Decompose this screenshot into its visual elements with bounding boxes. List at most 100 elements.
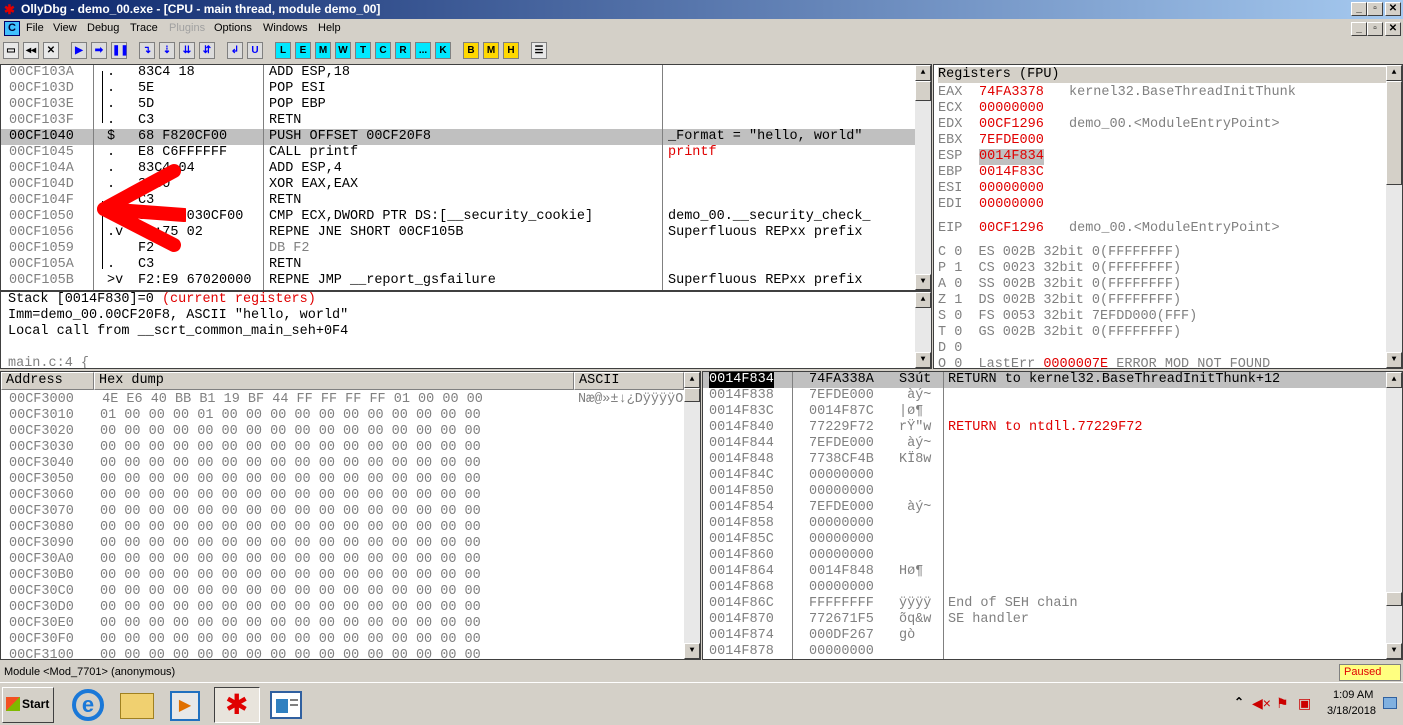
execute-till-return-icon[interactable]: ↲ bbox=[227, 42, 243, 59]
show-hidden-icons-icon[interactable]: ⌃ bbox=[1234, 695, 1244, 709]
column-header-hex-dump[interactable]: Hex dump bbox=[94, 372, 574, 390]
menu-trace[interactable]: Trace bbox=[130, 19, 158, 38]
internet-explorer-icon[interactable]: e bbox=[72, 689, 104, 721]
references-button[interactable]: R bbox=[395, 42, 411, 59]
register-value[interactable]: 00CF1296 bbox=[979, 221, 1044, 237]
disasm-row[interactable]: 00CF1045. E8 C6FFFFFF CALL printf printf bbox=[1, 145, 915, 161]
menu-help[interactable]: Help bbox=[318, 19, 341, 38]
scroll-thumb[interactable] bbox=[684, 388, 700, 402]
dump-row[interactable]: 00CF3060 00 00 00 00 00 00 00 00 00 00 00… bbox=[1, 488, 684, 504]
hex-dump-pane[interactable]: Address Hex dump ASCII 00CF3000 4E E6 40… bbox=[0, 371, 701, 660]
scroll-up-icon[interactable]: ▲ bbox=[1386, 65, 1402, 81]
disasm-row[interactable]: 00CF103A. 83C4 18 ADD ESP,18 bbox=[1, 65, 915, 81]
stack-row[interactable]: 0014F874 000DF267 gò bbox=[703, 628, 1386, 644]
modules-button[interactable]: E bbox=[295, 42, 311, 59]
close-button[interactable]: ✕ bbox=[1385, 2, 1401, 16]
register-row[interactable]: ECX 00000000 bbox=[938, 101, 1044, 117]
stack-scrollbar[interactable]: ▲ ▼ bbox=[1386, 372, 1402, 659]
register-row[interactable]: ESP 0014F834 bbox=[938, 149, 1044, 165]
scroll-thumb[interactable] bbox=[1386, 81, 1402, 185]
stack-row[interactable]: 0014F858 00000000 bbox=[703, 516, 1386, 532]
register-row[interactable]: ESI 00000000 bbox=[938, 181, 1044, 197]
flag-row[interactable]: P 1 CS 0023 32bit 0(FFFFFFFF) bbox=[938, 261, 1181, 277]
scroll-thumb[interactable] bbox=[1386, 592, 1402, 606]
dump-row[interactable]: 00CF3090 00 00 00 00 00 00 00 00 00 00 00… bbox=[1, 536, 684, 552]
log-window-button[interactable]: L bbox=[275, 42, 291, 59]
close-program-icon[interactable]: ✕ bbox=[43, 42, 59, 59]
registers-scrollbar[interactable]: ▲ ▼ bbox=[1386, 65, 1402, 368]
register-row[interactable]: EBX 7EFDE000 bbox=[938, 133, 1044, 149]
pause-icon[interactable]: ❚❚ bbox=[111, 42, 129, 59]
run-trace-button[interactable]: ... bbox=[415, 42, 431, 59]
register-row[interactable]: EBP 0014F83C bbox=[938, 165, 1044, 181]
run-thread-icon[interactable]: ➡ bbox=[91, 42, 107, 59]
dump-scrollbar[interactable]: ▲ ▼ bbox=[684, 372, 700, 659]
menu-plugins[interactable]: Plugins bbox=[169, 19, 205, 38]
flag-row[interactable]: S 0 FS 0053 32bit 7EFDD000(FFF) bbox=[938, 309, 1197, 325]
disasm-row[interactable]: 00CF103D. 5E POP ESI bbox=[1, 81, 915, 97]
action-center-icon[interactable]: ⚑ bbox=[1276, 695, 1289, 712]
list-icon[interactable]: ☰ bbox=[531, 42, 547, 59]
ollydbg-taskbar-button[interactable]: ✱ bbox=[214, 687, 260, 723]
dump-row[interactable]: 00CF3030 00 00 00 00 00 00 00 00 00 00 00… bbox=[1, 440, 684, 456]
register-row-eip[interactable]: EIP 00CF1296 demo_00.<ModuleEntryPoint> bbox=[938, 221, 1280, 237]
show-desktop-icon[interactable] bbox=[1383, 697, 1397, 709]
disassembly-scrollbar[interactable]: ▲ ▼ bbox=[915, 65, 931, 290]
memory-breakpoints-button[interactable]: M bbox=[483, 42, 499, 59]
maximize-button[interactable]: ▫ bbox=[1367, 2, 1383, 16]
register-value[interactable]: 00000000 bbox=[979, 101, 1044, 117]
menu-windows[interactable]: Windows bbox=[263, 19, 308, 38]
clock-time[interactable]: 1:09 AM bbox=[1333, 689, 1373, 701]
network-icon[interactable]: ▣ bbox=[1298, 695, 1311, 712]
app-window-icon[interactable] bbox=[270, 691, 302, 719]
register-value[interactable]: 0014F834 bbox=[979, 149, 1044, 165]
dump-row[interactable]: 00CF3010 01 00 00 00 01 00 00 00 00 00 00… bbox=[1, 408, 684, 424]
stack-row[interactable]: 0014F854 7EFDE000 àý~ bbox=[703, 500, 1386, 516]
stack-row[interactable]: 0014F848 7738CF4B KÏ8w bbox=[703, 452, 1386, 468]
start-button[interactable]: Start bbox=[2, 687, 54, 723]
stack-row[interactable]: 0014F83C 0014F87C |ø¶ bbox=[703, 404, 1386, 420]
trace-into-icon[interactable]: ⇊ bbox=[179, 42, 195, 59]
stack-row[interactable]: 0014F864 0014F848 Hø¶ bbox=[703, 564, 1386, 580]
scroll-down-icon[interactable]: ▼ bbox=[915, 274, 931, 290]
menu-debug[interactable]: Debug bbox=[87, 19, 119, 38]
stack-row[interactable]: 0014F86C FFFFFFFF ÿÿÿÿ End of SEH chain bbox=[703, 596, 1386, 612]
scroll-down-icon[interactable]: ▼ bbox=[684, 643, 700, 659]
disasm-row[interactable]: 00CF1040 $68 F820CF00 PUSH OFFSET 00CF20F8… bbox=[1, 129, 915, 145]
disasm-row[interactable]: 00CF105B >v F2:E9 67020000 REPNE JMP __repo… bbox=[1, 273, 915, 289]
flag-row[interactable]: D 0 bbox=[938, 341, 962, 357]
memory-map-button[interactable]: M bbox=[315, 42, 331, 59]
registers-pane[interactable]: Registers (FPU) EAX 74FA3378 kernel32.Base… bbox=[933, 64, 1403, 369]
scroll-down-icon[interactable]: ▼ bbox=[915, 352, 931, 368]
dump-row[interactable]: 00CF30E0 00 00 00 00 00 00 00 00 00 00 00… bbox=[1, 616, 684, 632]
file-explorer-icon[interactable] bbox=[120, 693, 154, 719]
dump-row[interactable]: 00CF30D0 00 00 00 00 00 00 00 00 00 00 00… bbox=[1, 600, 684, 616]
open-icon[interactable]: ▭ bbox=[3, 42, 19, 59]
disassembly-pane[interactable]: 00CF103A. 83C4 18 ADD ESP,18 00CF103D. 5E POP… bbox=[0, 64, 932, 291]
dump-row[interactable]: 00CF30B0 00 00 00 00 00 00 00 00 00 00 00… bbox=[1, 568, 684, 584]
step-into-icon[interactable]: ↴ bbox=[139, 42, 155, 59]
disasm-row[interactable]: 00CF105A. C3 RETN bbox=[1, 257, 915, 273]
mdi-close-button[interactable]: ✕ bbox=[1385, 22, 1401, 36]
scroll-up-icon[interactable]: ▲ bbox=[684, 372, 700, 388]
scroll-down-icon[interactable]: ▼ bbox=[1386, 352, 1402, 368]
stack-row[interactable]: 0014F840 77229F72 rŸ"w RETURN to ntdll.7722… bbox=[703, 420, 1386, 436]
step-over-icon[interactable]: ⇣ bbox=[159, 42, 175, 59]
minimize-button[interactable]: _ bbox=[1351, 2, 1367, 16]
column-header-address[interactable]: Address bbox=[1, 372, 94, 390]
register-value[interactable]: 0014F83C bbox=[979, 165, 1044, 181]
mdi-minimize-button[interactable]: _ bbox=[1351, 22, 1367, 36]
hardware-breakpoints-button[interactable]: H bbox=[503, 42, 519, 59]
stack-row[interactable]: 0014F834 74FA338A Š3út RETURN to kernel32.B… bbox=[703, 372, 1386, 388]
restart-icon[interactable]: ◂◂ bbox=[23, 42, 39, 59]
flag-row[interactable]: T 0 GS 002B 32bit 0(FFFFFFFF) bbox=[938, 325, 1181, 341]
dump-row[interactable]: 00CF30A0 00 00 00 00 00 00 00 00 00 00 00… bbox=[1, 552, 684, 568]
scroll-up-icon[interactable]: ▲ bbox=[1386, 372, 1402, 388]
disasm-row[interactable]: 00CF103F. C3 RETN bbox=[1, 113, 915, 129]
register-value[interactable]: 7EFDE000 bbox=[979, 133, 1044, 149]
flag-row[interactable]: Z 1 DS 002B 32bit 0(FFFFFFFF) bbox=[938, 293, 1181, 309]
dump-row[interactable]: 00CF30C0 00 00 00 00 00 00 00 00 00 00 00… bbox=[1, 584, 684, 600]
lasterr-row[interactable]: O 0 LastErr 0000007E ERROR_MOD_NOT_FOUND bbox=[938, 357, 1270, 368]
trace-over-icon[interactable]: ⇵ bbox=[199, 42, 215, 59]
dump-row[interactable]: 00CF3100 00 00 00 00 00 00 00 00 00 00 00… bbox=[1, 648, 684, 659]
